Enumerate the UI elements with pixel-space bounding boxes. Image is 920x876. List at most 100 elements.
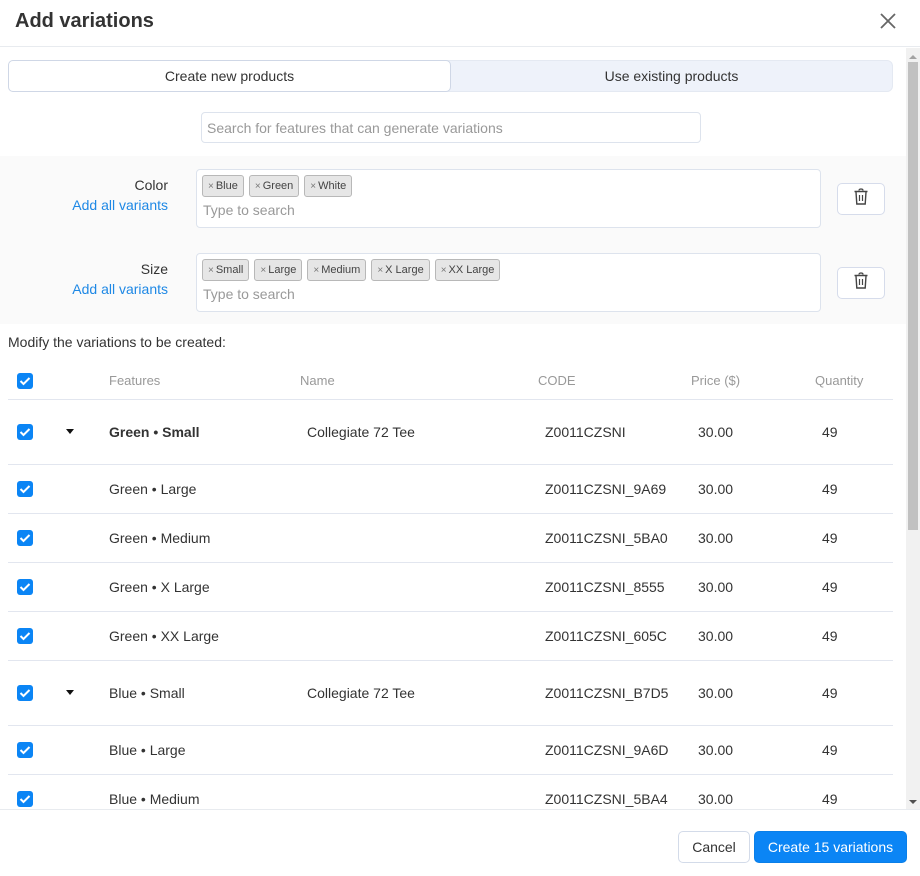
cell-quantity[interactable]: 49	[822, 530, 838, 546]
tag-large[interactable]: × Large	[254, 259, 303, 281]
expand-caret-icon[interactable]	[66, 690, 74, 695]
row-checkbox[interactable]	[17, 791, 33, 807]
remove-tag-icon[interactable]: ×	[313, 265, 319, 276]
cell-price[interactable]: 30.00	[698, 481, 733, 497]
row-checkbox[interactable]	[17, 424, 33, 440]
modify-variations-label: Modify the variations to be created:	[8, 334, 226, 350]
table-row: Blue • Small Collegiate 72 Tee Z0011CZSNI_…	[8, 661, 893, 726]
feature-row-size: Size Add all variants × Small × Large × Med…	[0, 240, 906, 324]
tag-search-input[interactable]: Type to search	[203, 286, 815, 302]
tag-medium[interactable]: × Medium	[307, 259, 367, 281]
cell-features: Green • XX Large	[109, 628, 219, 644]
cell-features: Blue • Medium	[109, 791, 200, 807]
cancel-button[interactable]: Cancel	[678, 831, 750, 863]
cell-features: Blue • Large	[109, 742, 186, 758]
table-row: Blue • Medium Z0011CZSNI_5BA4 30.00 49	[8, 775, 893, 809]
feature-row-color: Color Add all variants × Blue × Green × Whi…	[0, 156, 906, 240]
column-header-quantity: Quantity	[815, 373, 864, 388]
tag-xx-large[interactable]: × XX Large	[434, 259, 501, 281]
table-row: Green • XX Large Z0011CZSNI_605C 30.00 49	[8, 612, 893, 661]
cell-price[interactable]: 30.00	[698, 628, 733, 644]
mode-tabs: Create new products Use existing product…	[8, 60, 893, 92]
cell-price[interactable]: 30.00	[698, 424, 733, 440]
add-all-variants-link[interactable]: Add all variants	[72, 281, 168, 297]
cell-features: Green • Large	[109, 481, 197, 497]
cell-name[interactable]: Collegiate 72 Tee	[307, 424, 415, 440]
tag-blue[interactable]: × Blue	[202, 175, 244, 197]
row-checkbox[interactable]	[17, 481, 33, 497]
row-checkbox[interactable]	[17, 628, 33, 644]
remove-tag-icon[interactable]: ×	[377, 265, 383, 276]
remove-tag-icon[interactable]: ×	[208, 181, 214, 192]
cell-features: Blue • Small	[109, 685, 185, 701]
cell-price[interactable]: 30.00	[698, 685, 733, 701]
tag-x-large[interactable]: × X Large	[371, 259, 430, 281]
cell-code[interactable]: Z0011CZSNI_9A69	[545, 481, 666, 497]
tag-small[interactable]: × Small	[202, 259, 250, 281]
cell-features: Green • X Large	[109, 579, 210, 595]
trash-icon	[853, 271, 869, 295]
cell-price[interactable]: 30.00	[698, 530, 733, 546]
table-header: Features Name CODE Price ($) Quantity	[8, 362, 893, 400]
cell-quantity[interactable]: 49	[822, 481, 838, 497]
feature-search-input[interactable]: Search for features that can generate va…	[201, 112, 701, 143]
feature-tag-input[interactable]: × Blue × Green × White Type to search	[196, 169, 821, 228]
cell-quantity[interactable]: 49	[822, 742, 838, 758]
feature-name: Color	[134, 177, 168, 193]
table-row: Green • Medium Z0011CZSNI_5BA0 30.00 49	[8, 514, 893, 563]
row-checkbox[interactable]	[17, 742, 33, 758]
cell-quantity[interactable]: 49	[822, 791, 838, 807]
cell-price[interactable]: 30.00	[698, 742, 733, 758]
variations-table: Features Name CODE Price ($) Quantity Gr…	[8, 362, 893, 809]
tab-use-existing-products[interactable]: Use existing products	[451, 61, 892, 91]
cell-price[interactable]: 30.00	[698, 791, 733, 807]
create-variations-button[interactable]: Create 15 variations	[754, 831, 907, 863]
cell-features: Green • Medium	[109, 530, 211, 546]
feature-tag-input[interactable]: × Small × Large × Medium × X Large × XX Large…	[196, 253, 821, 312]
tab-create-new-products[interactable]: Create new products	[8, 60, 451, 92]
cell-quantity[interactable]: 49	[822, 424, 838, 440]
cell-code[interactable]: Z0011CZSNI_5BA4	[545, 791, 668, 807]
delete-feature-button[interactable]	[837, 183, 885, 215]
cell-price[interactable]: 30.00	[698, 579, 733, 595]
tag-white[interactable]: × White	[304, 175, 353, 197]
tag-green[interactable]: × Green	[248, 175, 300, 197]
table-row: Green • Large Z0011CZSNI_9A69 30.00 49	[8, 465, 893, 514]
remove-tag-icon[interactable]: ×	[441, 265, 447, 276]
dialog-body: Create new products Use existing product…	[0, 48, 906, 809]
table-row: Green • X Large Z0011CZSNI_8555 30.00 49	[8, 563, 893, 612]
row-checkbox[interactable]	[17, 685, 33, 701]
cell-code[interactable]: Z0011CZSNI_5BA0	[545, 530, 668, 546]
vertical-scrollbar[interactable]	[906, 48, 920, 809]
close-icon[interactable]	[878, 11, 898, 31]
scroll-up-arrow-icon[interactable]	[909, 55, 917, 59]
select-all-checkbox[interactable]	[17, 373, 33, 389]
scrollbar-thumb[interactable]	[908, 62, 918, 530]
add-variations-dialog: Add variations Create new products Use e…	[0, 0, 920, 876]
remove-tag-icon[interactable]: ×	[255, 181, 261, 192]
add-all-variants-link[interactable]: Add all variants	[72, 197, 168, 213]
cell-quantity[interactable]: 49	[822, 685, 838, 701]
cell-features: Green • Small	[109, 424, 200, 440]
expand-caret-icon[interactable]	[66, 429, 74, 434]
trash-icon	[853, 187, 869, 211]
cell-code[interactable]: Z0011CZSNI_9A6D	[545, 742, 668, 758]
scroll-down-arrow-icon[interactable]	[909, 800, 917, 804]
remove-tag-icon[interactable]: ×	[310, 181, 316, 192]
table-row: Blue • Large Z0011CZSNI_9A6D 30.00 49	[8, 726, 893, 775]
cell-code[interactable]: Z0011CZSNI_B7D5	[545, 685, 668, 701]
row-checkbox[interactable]	[17, 530, 33, 546]
cell-quantity[interactable]: 49	[822, 628, 838, 644]
cell-code[interactable]: Z0011CZSNI_605C	[545, 628, 667, 644]
remove-tag-icon[interactable]: ×	[208, 265, 214, 276]
tag-search-input[interactable]: Type to search	[203, 202, 815, 218]
remove-tag-icon[interactable]: ×	[260, 265, 266, 276]
cell-quantity[interactable]: 49	[822, 579, 838, 595]
cell-name[interactable]: Collegiate 72 Tee	[307, 685, 415, 701]
row-checkbox[interactable]	[17, 579, 33, 595]
delete-feature-button[interactable]	[837, 267, 885, 299]
cell-code[interactable]: Z0011CZSNI_8555	[545, 579, 665, 595]
column-header-features: Features	[109, 373, 161, 388]
cell-code[interactable]: Z0011CZSNI	[545, 424, 626, 440]
column-header-price: Price ($)	[691, 373, 741, 388]
